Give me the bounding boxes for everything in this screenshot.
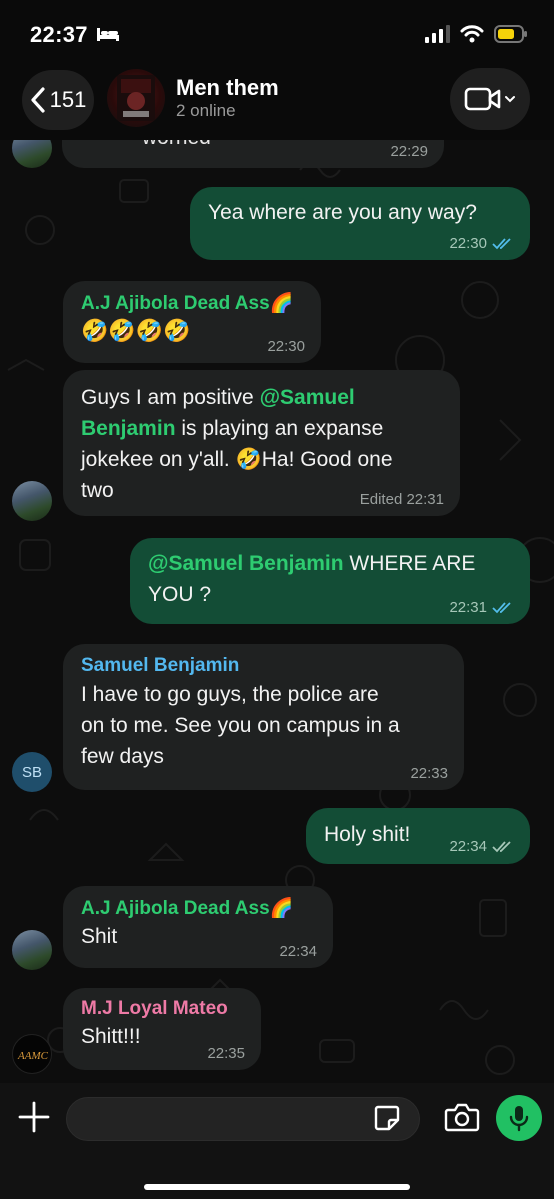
message-time: Edited 22:31 (359, 491, 444, 508)
message-bubble-outgoing[interactable]: Holy shit! 22:34 (306, 808, 530, 864)
group-name[interactable]: Men them (176, 75, 279, 101)
message-time: 22:34 (279, 943, 317, 960)
microphone-icon (509, 1106, 529, 1132)
message-bubble-outgoing[interactable]: @Samuel Benjamin WHERE ARE YOU ? 22:31 (130, 538, 530, 624)
status-time: 22:37 (30, 22, 88, 47)
message-time: 22:33 (410, 765, 448, 782)
sender-avatar[interactable]: SB (12, 752, 52, 792)
message-meta: 22:34 (279, 943, 317, 960)
message-bubble[interactable]: A.J Ajibola Dead Ass🌈 Shit 22:34 (63, 886, 333, 968)
message-meta: Edited 22:31 (360, 491, 444, 508)
battery-icon (494, 25, 527, 43)
delivered-double-check-icon (492, 840, 511, 852)
message-bubble[interactable]: A.J Ajibola Dead Ass🌈 🤣🤣🤣🤣 22:30 (63, 281, 321, 363)
sender-name: A.J Ajibola Dead Ass🌈 (81, 293, 294, 314)
read-double-check-icon (492, 237, 511, 249)
message-meta: 22:30 (449, 235, 514, 252)
online-status: 2 online (176, 101, 236, 120)
message-bubble[interactable]: M.J Loyal Mateo Shitt!!! 22:35 (63, 988, 261, 1070)
message-time: 22:34 (449, 838, 487, 855)
status-bar: 22:37 (0, 0, 554, 64)
sleep-focus-icon (97, 28, 119, 41)
sender-logo: AAMC (17, 1050, 49, 1062)
sender-name: M.J Loyal Mateo (81, 998, 228, 1019)
message-time: 22:30 (449, 235, 487, 252)
message-meta: 22:33 (410, 765, 448, 782)
message-meta: 22:34 (449, 838, 514, 855)
message-time: 22:29 (390, 143, 428, 160)
message-time: 22:30 (267, 338, 305, 355)
message-bubble[interactable]: Guys I am positive @Samuel Benjamin is p… (63, 370, 460, 516)
plus-icon[interactable] (16, 1099, 52, 1135)
sender-name: A.J Ajibola Dead Ass🌈 (81, 898, 294, 919)
message-bubble-outgoing[interactable]: Yea where are you any way? 22:30 (190, 187, 530, 260)
video-camera-icon (464, 87, 501, 111)
sender-avatar[interactable] (12, 481, 52, 521)
back-button[interactable]: 151 (22, 70, 94, 130)
message-text: I have to go guys, the police are on to … (81, 683, 400, 768)
message-text: Yea where are you any way? (208, 201, 477, 224)
sender-avatar[interactable] (12, 930, 52, 970)
mention[interactable]: @Samuel (260, 386, 355, 409)
group-avatar[interactable] (107, 69, 165, 127)
message-time: 22:31 (449, 599, 487, 616)
message-meta: 22:29 (390, 143, 428, 160)
message-bubble[interactable]: Samuel Benjamin I have to go guys, the p… (63, 644, 464, 790)
message-meta: 22:35 (207, 1045, 245, 1062)
message-input[interactable] (66, 1097, 420, 1141)
voice-record-button[interactable] (496, 1095, 542, 1141)
message-composer (0, 1083, 554, 1199)
message-text: Guys I am positive @Samuel Benjamin is p… (81, 386, 393, 502)
chevron-down-icon (505, 96, 515, 103)
mention[interactable]: Benjamin (81, 417, 176, 440)
svg-text:AAMC: AAMC (17, 1050, 49, 1062)
camera-icon[interactable] (444, 1101, 480, 1133)
group-photo (117, 75, 155, 121)
wifi-icon (460, 25, 484, 43)
chat-header: 151 Men them 2 online (0, 64, 554, 140)
read-double-check-icon (492, 601, 511, 613)
message-meta: 22:30 (267, 338, 305, 355)
sticker-icon[interactable] (372, 1103, 402, 1133)
unread-count: 151 (49, 87, 87, 112)
sender-name: Samuel Benjamin (81, 655, 240, 676)
message-time: 22:35 (207, 1045, 245, 1062)
cellular-signal-icon (425, 25, 450, 43)
message-meta: 22:31 (449, 599, 514, 616)
video-call-button[interactable] (450, 68, 530, 130)
chevron-left-icon (31, 87, 45, 113)
home-indicator (144, 1184, 410, 1190)
sender-avatar[interactable]: AAMC (12, 1034, 52, 1074)
mention[interactable]: @Samuel Benjamin (148, 552, 344, 575)
